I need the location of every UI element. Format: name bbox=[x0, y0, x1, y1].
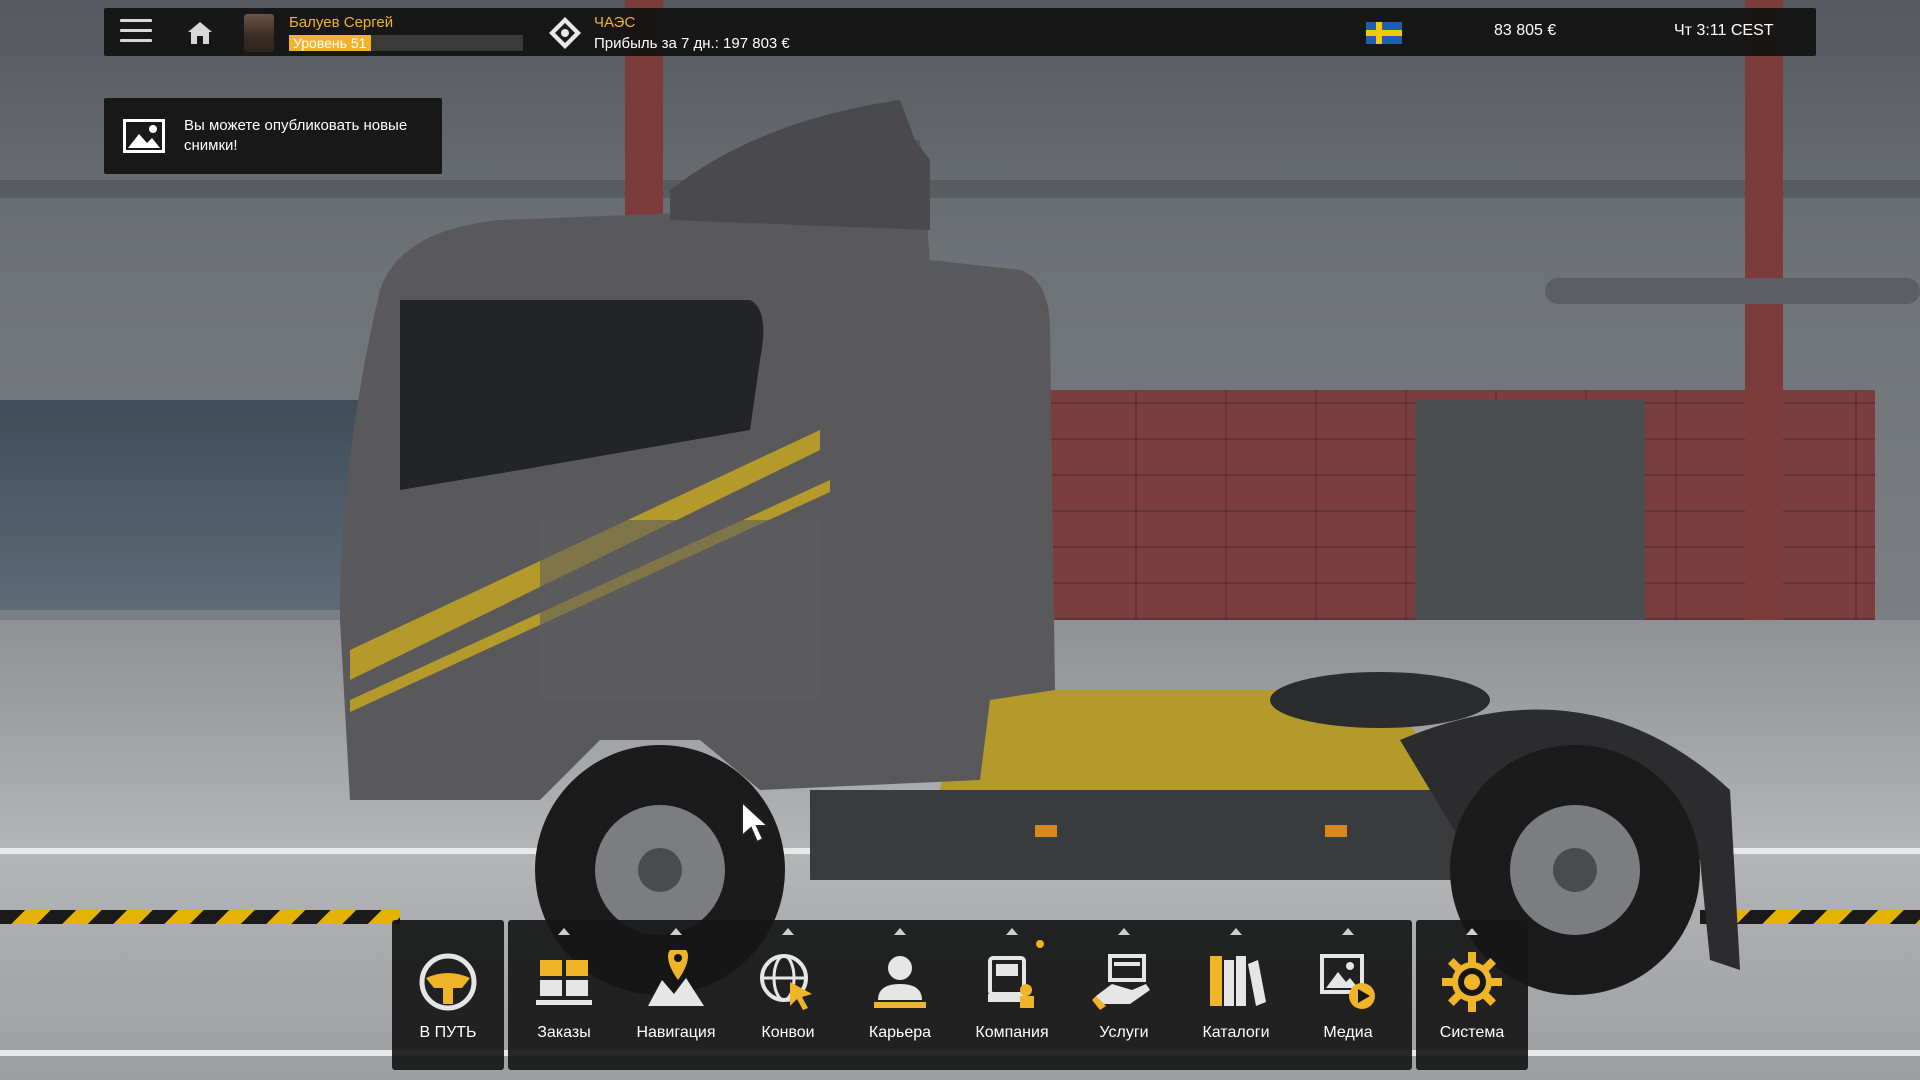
dock-career-button[interactable]: Карьера bbox=[844, 920, 956, 1070]
sweden-flag-icon bbox=[1366, 22, 1402, 44]
map-pin-icon bbox=[648, 950, 704, 1006]
dock-system-button[interactable]: Система bbox=[1416, 920, 1528, 1070]
dock-catalogs-button[interactable]: Каталоги bbox=[1180, 920, 1292, 1070]
dock-company-button[interactable]: Компания bbox=[956, 920, 1068, 1070]
dock-label: Заказы bbox=[537, 1024, 591, 1041]
caret-up-icon bbox=[1230, 928, 1242, 935]
cargo-boxes-icon bbox=[536, 960, 592, 1005]
dock-convoy-button[interactable]: Конвои bbox=[732, 920, 844, 1070]
truck-illustration bbox=[340, 100, 1740, 995]
company-name[interactable]: ЧАЭС bbox=[594, 14, 635, 31]
caret-up-icon bbox=[1466, 928, 1478, 935]
hand-service-icon bbox=[1092, 954, 1150, 1010]
screenshot-notification[interactable]: Вы можете опубликовать новые снимки! bbox=[104, 98, 442, 174]
dock-services-button[interactable]: Услуги bbox=[1068, 920, 1180, 1070]
dock-label: В ПУТЬ bbox=[419, 1024, 477, 1041]
dock-label: Медиа bbox=[1323, 1024, 1373, 1041]
company-logo-icon[interactable] bbox=[548, 16, 582, 50]
hamburger-menu-icon[interactable] bbox=[120, 19, 152, 45]
notification-dot bbox=[1036, 940, 1044, 948]
dock-drive-group: В ПУТЬ bbox=[392, 920, 504, 1070]
dock-label: Компания bbox=[975, 1024, 1049, 1041]
gear-icon bbox=[1442, 952, 1502, 1012]
player-avatar[interactable] bbox=[244, 14, 274, 52]
caret-up-icon bbox=[1342, 928, 1354, 935]
dock-drive-button[interactable]: В ПУТЬ bbox=[392, 920, 504, 1070]
company-profit: Прибыль за 7 дн.: 197 803 € bbox=[594, 35, 790, 52]
image-icon bbox=[123, 119, 165, 153]
home-icon[interactable] bbox=[186, 20, 214, 46]
dock-media-button[interactable]: Медиа bbox=[1292, 920, 1404, 1070]
mouse-cursor-icon bbox=[741, 800, 770, 844]
caret-up-icon bbox=[558, 928, 570, 935]
dock-navigation-button[interactable]: Навигация bbox=[620, 920, 732, 1070]
level-progress-bar: Уровень 51 bbox=[289, 35, 523, 51]
notification-text: Вы можете опубликовать новые снимки! bbox=[184, 117, 408, 154]
dock-label: Навигация bbox=[636, 1024, 716, 1041]
caret-up-icon bbox=[782, 928, 794, 935]
dock-label: Конвои bbox=[761, 1024, 815, 1041]
media-play-icon bbox=[1320, 954, 1375, 1009]
steering-wheel-icon bbox=[419, 953, 477, 1011]
dock-label: Система bbox=[1439, 1024, 1505, 1041]
level-label: Уровень 51 bbox=[293, 35, 367, 51]
dock-system-group: Система bbox=[1416, 920, 1528, 1070]
truck-company-icon bbox=[988, 956, 1034, 1008]
dock-label: Карьера bbox=[868, 1024, 932, 1041]
dock-jobs-button[interactable]: Заказы bbox=[508, 920, 620, 1070]
caret-up-icon bbox=[894, 928, 906, 935]
dock-label: Услуги bbox=[1099, 1024, 1149, 1041]
dock-main-group: Заказы Навигация Конвои Карьера Компания… bbox=[508, 920, 1412, 1070]
caret-up-icon bbox=[670, 928, 682, 935]
caret-up-icon bbox=[1006, 928, 1018, 935]
top-status-bar: Балуев Сергей Уровень 51 ЧАЭС Прибыль за… bbox=[104, 8, 1816, 56]
money-balance[interactable]: 83 805 € bbox=[1494, 22, 1556, 40]
garage-window bbox=[0, 400, 370, 610]
player-name[interactable]: Балуев Сергей bbox=[289, 14, 393, 31]
dock-label: Каталоги bbox=[1202, 1024, 1270, 1041]
globe-cursor-icon bbox=[760, 954, 812, 1010]
game-clock: Чт 3:11 CEST bbox=[1674, 22, 1774, 39]
caret-up-icon bbox=[1118, 928, 1130, 935]
person-icon bbox=[874, 956, 926, 1008]
books-icon bbox=[1210, 956, 1266, 1006]
